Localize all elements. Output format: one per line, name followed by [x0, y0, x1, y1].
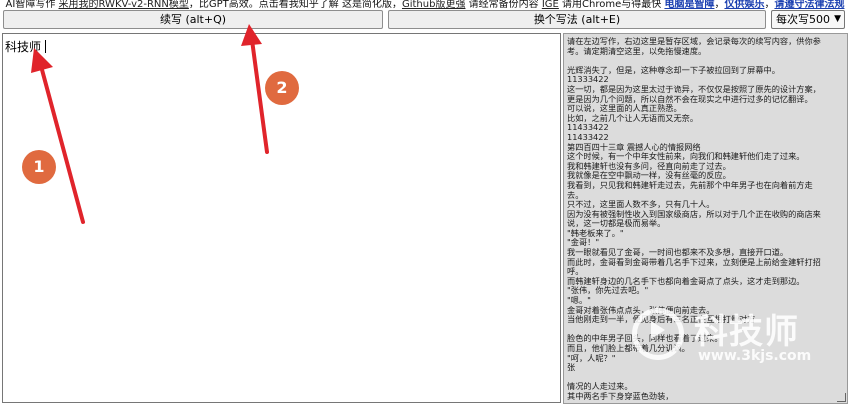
annotation-arrows — [31, 24, 269, 224]
annotation-badge-2: 2 — [265, 71, 299, 105]
arrow-1 — [31, 48, 85, 224]
arrow-2 — [241, 24, 269, 154]
annotation-badge-1: 1 — [22, 150, 56, 184]
